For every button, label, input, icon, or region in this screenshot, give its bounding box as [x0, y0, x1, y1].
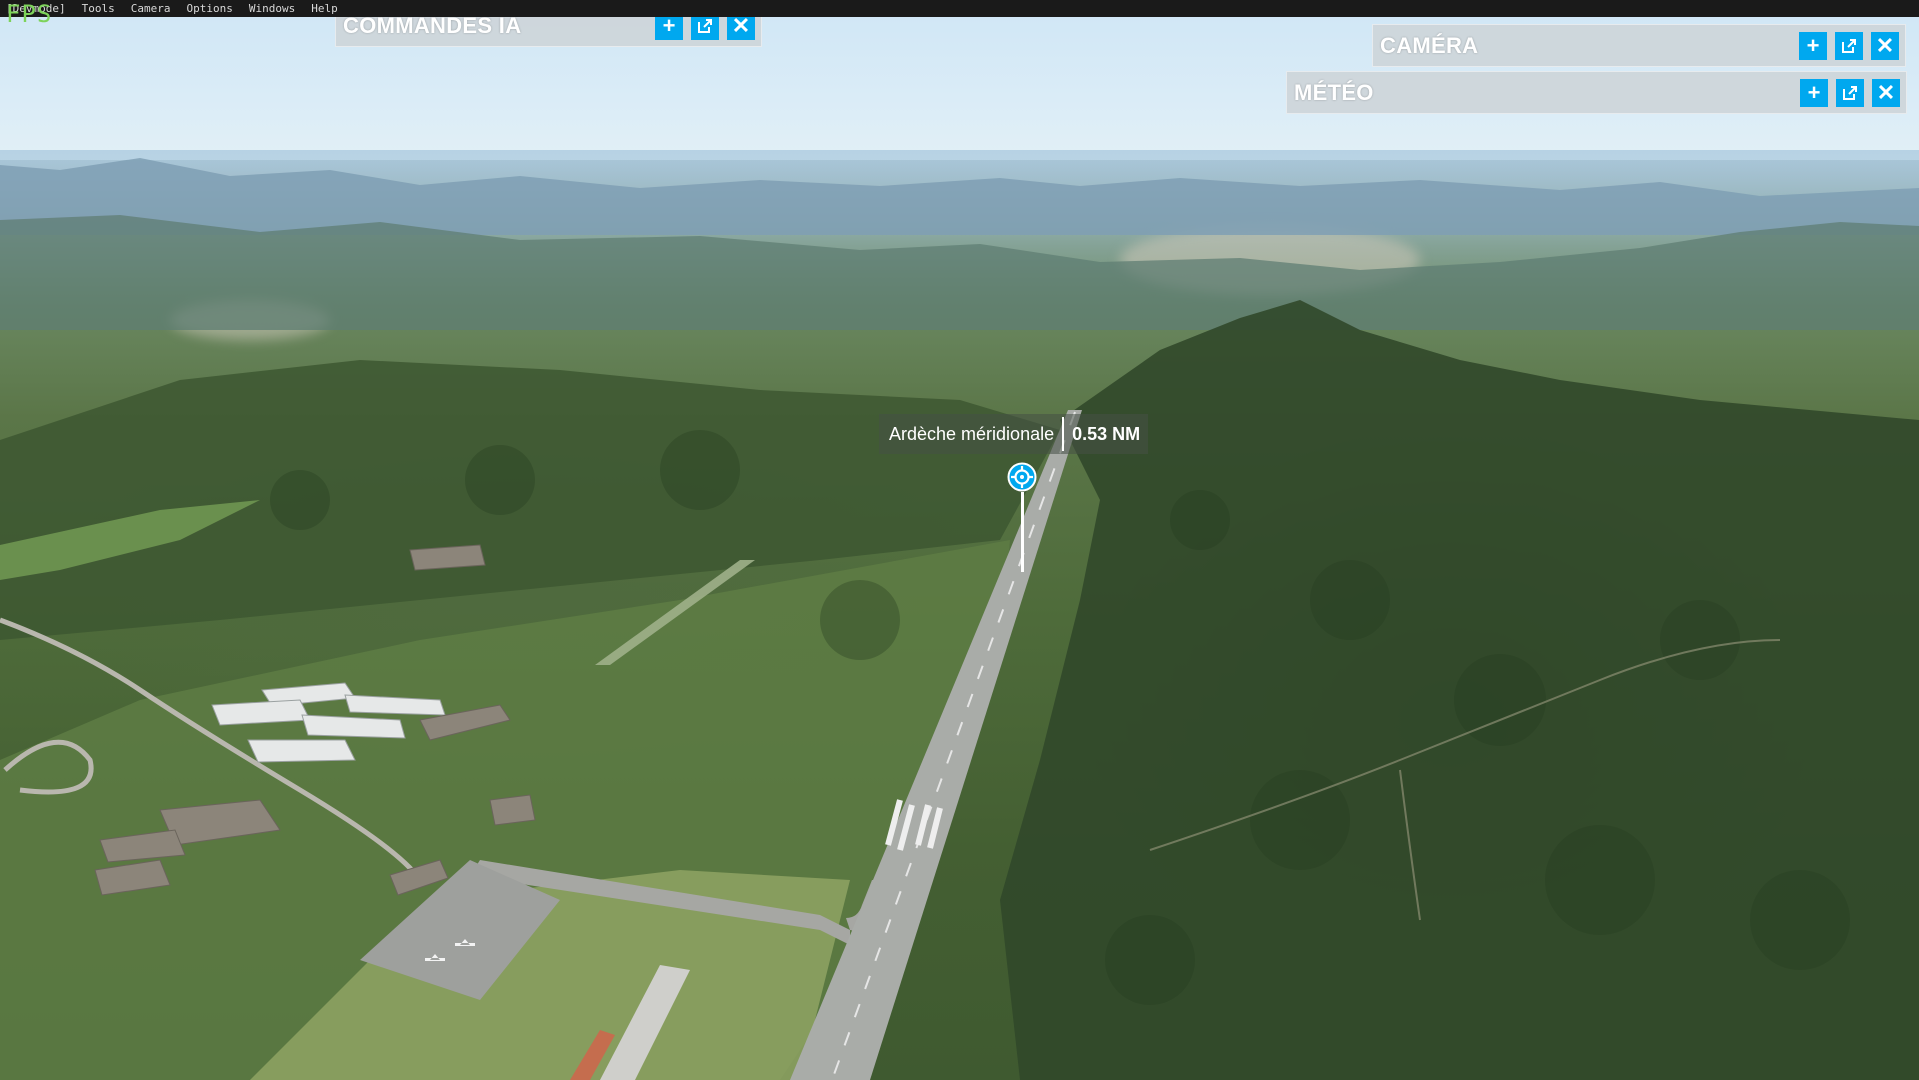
add-button[interactable]: +: [1800, 78, 1828, 107]
add-button[interactable]: +: [1799, 31, 1827, 60]
close-icon: ✕: [1876, 79, 1896, 105]
close-icon: ✕: [731, 12, 751, 38]
panel-title: CAMÉRA: [1380, 32, 1479, 58]
external-window-icon: [1843, 85, 1857, 100]
close-icon: ✕: [1875, 32, 1895, 58]
undock-button[interactable]: [1835, 31, 1863, 60]
target-icon[interactable]: [1007, 462, 1037, 492]
external-window-icon: [698, 18, 712, 33]
close-button[interactable]: ✕: [1872, 78, 1900, 107]
far-ridge: [0, 158, 1919, 235]
menu-options[interactable]: Options: [178, 0, 240, 17]
plus-icon: +: [1806, 32, 1820, 58]
menu-windows[interactable]: Windows: [241, 0, 303, 17]
poi-label[interactable]: Ardèche méridionale 0.53 NM: [879, 414, 1149, 454]
fps-counter: FPS: [6, 0, 53, 28]
plus-icon: +: [1807, 79, 1821, 105]
dev-menu-bar: [Devmode] Tools Camera Options Windows H…: [0, 0, 1919, 17]
undock-button[interactable]: [1836, 78, 1864, 107]
poi-stem: [1021, 492, 1024, 572]
plus-icon: +: [662, 12, 676, 38]
poi-name: Ardèche méridionale: [889, 423, 1055, 444]
world-view[interactable]: [0, 0, 1919, 1080]
external-window-icon: [1842, 38, 1856, 53]
menu-tools[interactable]: Tools: [74, 0, 123, 17]
menu-camera[interactable]: Camera: [123, 0, 179, 17]
terrain-features: [0, 158, 1919, 1080]
panel-title: MÉTÉO: [1294, 79, 1374, 105]
close-button[interactable]: ✕: [1871, 31, 1899, 60]
weather-panel: MÉTÉO + ✕: [1286, 71, 1907, 114]
poi-distance: 0.53 NM: [1072, 423, 1141, 444]
camera-panel: CAMÉRA + ✕: [1372, 24, 1906, 67]
menu-help[interactable]: Help: [303, 0, 346, 17]
